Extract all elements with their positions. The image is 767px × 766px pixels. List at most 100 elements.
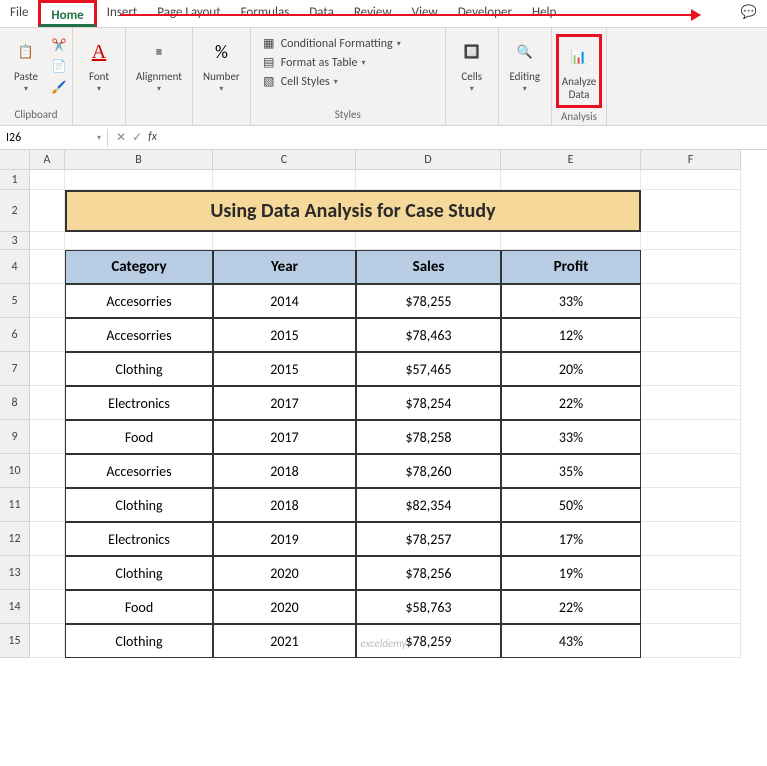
table-cell[interactable]: 2018 — [213, 488, 356, 522]
cell[interactable] — [30, 386, 65, 420]
cell[interactable] — [30, 318, 65, 352]
table-cell[interactable]: $78,254 — [356, 386, 501, 420]
row-header[interactable]: 5 — [0, 284, 30, 318]
table-cell[interactable]: $57,465 — [356, 352, 501, 386]
table-cell[interactable]: Accesorries — [65, 454, 213, 488]
fx-icon[interactable]: fx — [148, 130, 157, 145]
row-header[interactable]: 9 — [0, 420, 30, 454]
cell[interactable] — [641, 454, 741, 488]
table-cell[interactable]: 2020 — [213, 556, 356, 590]
conditional-formatting-button[interactable]: ▦Conditional Formatting — [261, 36, 401, 51]
cell[interactable] — [30, 352, 65, 386]
cell[interactable] — [30, 556, 65, 590]
table-cell[interactable]: Clothing — [65, 624, 213, 658]
row-header[interactable]: 11 — [0, 488, 30, 522]
cell[interactable] — [641, 232, 741, 250]
select-all-button[interactable] — [0, 150, 30, 170]
table-cell[interactable]: 2015 — [213, 318, 356, 352]
cell[interactable] — [30, 232, 65, 250]
table-cell[interactable]: Accesorries — [65, 284, 213, 318]
name-box[interactable]: I26 — [0, 129, 108, 147]
table-cell[interactable]: $78,256 — [356, 556, 501, 590]
table-cell[interactable]: 2018 — [213, 454, 356, 488]
alignment-dropdown[interactable]: ≡ Alignment — [130, 34, 188, 96]
table-cell[interactable]: 50% — [501, 488, 641, 522]
row-header[interactable]: 14 — [0, 590, 30, 624]
row-header[interactable]: 1 — [0, 170, 30, 190]
cells-dropdown[interactable]: 🔲 Cells — [450, 34, 494, 96]
cell[interactable] — [641, 318, 741, 352]
format-as-table-button[interactable]: ▤Format as Table — [261, 55, 401, 70]
row-header[interactable]: 15 — [0, 624, 30, 658]
cell[interactable] — [65, 232, 213, 250]
cell[interactable] — [641, 624, 741, 658]
cell[interactable] — [30, 590, 65, 624]
row-header[interactable]: 4 — [0, 250, 30, 284]
cell[interactable] — [30, 454, 65, 488]
paste-button[interactable]: 📋 Paste — [4, 34, 48, 96]
editing-dropdown[interactable]: 🔍 Editing — [503, 34, 547, 96]
cell[interactable] — [641, 522, 741, 556]
table-cell[interactable]: Electronics — [65, 522, 213, 556]
analyze-data-button[interactable]: 📊 Analyze Data — [556, 34, 602, 108]
table-cell[interactable]: Accesorries — [65, 318, 213, 352]
table-cell[interactable]: Electronics — [65, 386, 213, 420]
cell[interactable] — [30, 250, 65, 284]
cell[interactable] — [641, 284, 741, 318]
cell[interactable] — [213, 170, 356, 190]
cut-button[interactable]: ✂️ — [50, 36, 68, 54]
table-cell[interactable]: $78,260 — [356, 454, 501, 488]
cell[interactable] — [641, 488, 741, 522]
cell[interactable] — [30, 190, 65, 232]
cell[interactable] — [641, 386, 741, 420]
cell[interactable] — [356, 232, 501, 250]
table-cell[interactable]: 2015 — [213, 352, 356, 386]
row-header[interactable]: 7 — [0, 352, 30, 386]
table-cell[interactable]: 22% — [501, 590, 641, 624]
cell[interactable] — [641, 352, 741, 386]
table-cell[interactable]: 43% — [501, 624, 641, 658]
cell[interactable] — [641, 420, 741, 454]
cell-styles-button[interactable]: ▧Cell Styles — [261, 74, 401, 89]
formula-input[interactable] — [165, 136, 767, 140]
tab-file[interactable]: File — [0, 0, 38, 27]
table-cell[interactable]: Clothing — [65, 352, 213, 386]
cell[interactable] — [641, 170, 741, 190]
cell[interactable] — [641, 556, 741, 590]
table-cell[interactable]: 2017 — [213, 420, 356, 454]
cell[interactable] — [30, 170, 65, 190]
table-cell[interactable]: Clothing — [65, 488, 213, 522]
cell[interactable] — [30, 522, 65, 556]
confirm-formula-button[interactable]: ✓ — [132, 130, 142, 145]
row-header[interactable]: 13 — [0, 556, 30, 590]
col-header[interactable]: C — [213, 150, 356, 170]
table-cell[interactable]: Clothing — [65, 556, 213, 590]
row-header[interactable]: 2 — [0, 190, 30, 232]
col-header[interactable]: E — [501, 150, 641, 170]
table-cell[interactable]: Food — [65, 590, 213, 624]
copy-button[interactable]: 📄 — [50, 57, 68, 75]
table-cell[interactable]: Food — [65, 420, 213, 454]
table-cell[interactable]: $78,258 — [356, 420, 501, 454]
number-dropdown[interactable]: % Number — [197, 34, 246, 96]
cell[interactable] — [30, 284, 65, 318]
table-cell[interactable]: 19% — [501, 556, 641, 590]
tab-home[interactable]: Home — [38, 0, 96, 27]
table-cell[interactable]: $82,354 — [356, 488, 501, 522]
table-cell[interactable]: 35% — [501, 454, 641, 488]
cell[interactable] — [30, 624, 65, 658]
font-dropdown[interactable]: A Font — [77, 34, 121, 96]
table-cell[interactable]: 20% — [501, 352, 641, 386]
table-cell[interactable]: 22% — [501, 386, 641, 420]
col-header[interactable]: F — [641, 150, 741, 170]
cell[interactable] — [641, 190, 741, 232]
table-cell[interactable]: 2020 — [213, 590, 356, 624]
table-cell[interactable]: 33% — [501, 284, 641, 318]
table-cell[interactable]: $58,763 — [356, 590, 501, 624]
cell[interactable] — [30, 488, 65, 522]
cell[interactable] — [501, 232, 641, 250]
row-header[interactable]: 8 — [0, 386, 30, 420]
table-cell[interactable]: 33% — [501, 420, 641, 454]
table-cell[interactable]: $78,463 — [356, 318, 501, 352]
cancel-formula-button[interactable]: ✕ — [116, 130, 126, 145]
